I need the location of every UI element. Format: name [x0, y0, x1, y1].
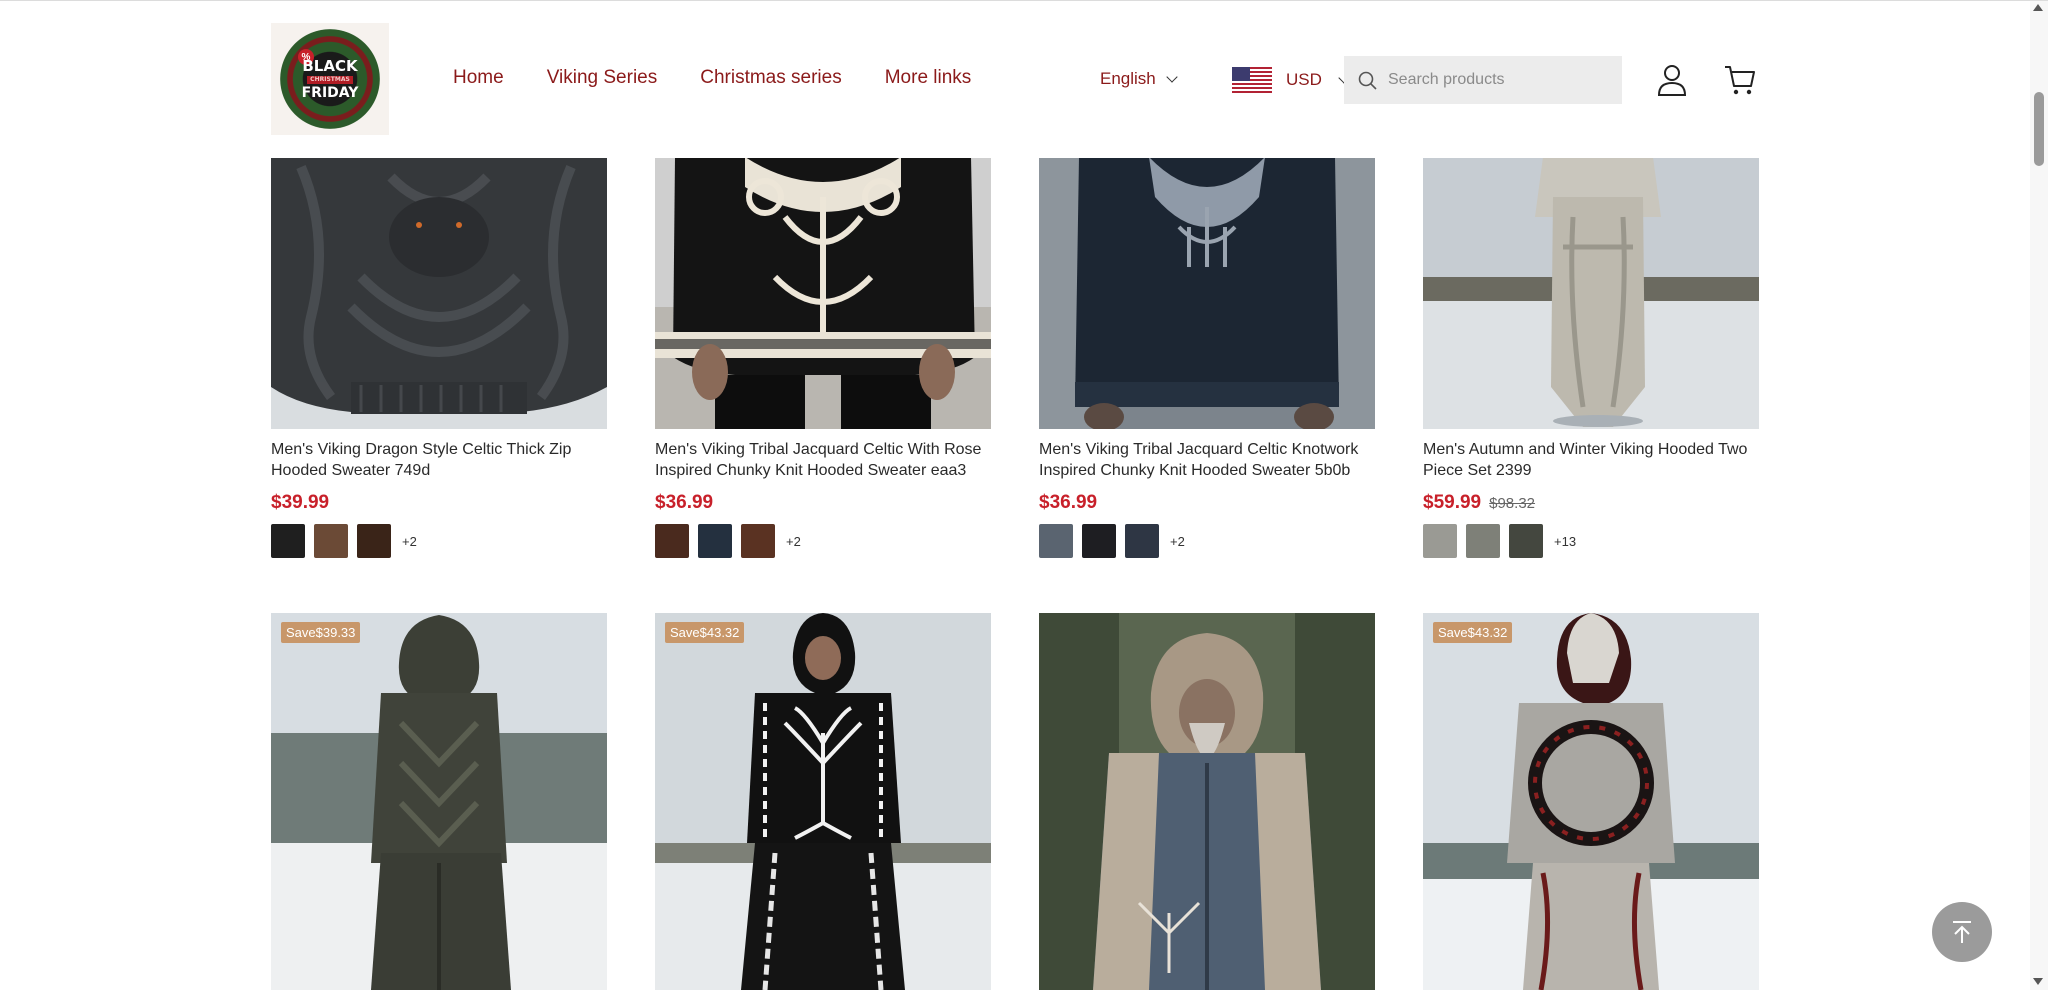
currency-label: USD [1286, 70, 1322, 89]
search-box [1344, 56, 1622, 104]
logo-wreath: % BLACK CHRISTMAS FRIDAY [280, 29, 380, 129]
color-swatch[interactable] [314, 524, 348, 558]
color-swatch[interactable] [271, 524, 305, 558]
product-title[interactable]: Men's Viking Tribal Jacquard Celtic With… [655, 439, 991, 481]
product-image[interactable] [271, 157, 607, 429]
color-swatch[interactable] [1423, 524, 1457, 558]
product-image[interactable] [655, 157, 991, 429]
save-badge: Save$43.32 [1433, 622, 1513, 643]
more-colors-count[interactable]: +2 [1170, 534, 1185, 549]
product-image[interactable] [1039, 613, 1375, 990]
scrollbar-thumb[interactable] [2034, 92, 2044, 166]
scroll-up-arrow-icon[interactable] [2033, 4, 2043, 11]
nav-viking-series[interactable]: Viking Series [547, 67, 658, 89]
product-title[interactable]: Men's Autumn and Winter Viking Hooded Tw… [1423, 439, 1759, 481]
product-image[interactable]: Save$39.33 [271, 613, 607, 990]
color-swatch[interactable] [1125, 524, 1159, 558]
product-photo-ouroboros-set [1423, 613, 1759, 990]
logo-text-christmas: CHRISTMAS [307, 75, 353, 84]
cart-icon[interactable] [1724, 64, 1756, 96]
product-card[interactable]: Save$43.32 [655, 613, 991, 990]
color-swatch[interactable] [698, 524, 732, 558]
save-badge: Save$39.33 [281, 622, 361, 643]
currency-selector[interactable]: USD [1232, 67, 1350, 93]
nav-christmas-series[interactable]: Christmas series [700, 67, 841, 89]
product-card[interactable]: Men's Autumn and Winter Viking Hooded Tw… [1423, 157, 1759, 558]
search-icon[interactable] [1358, 71, 1378, 91]
logo-text-black: BLACK [302, 56, 358, 75]
product-photo-dragon-sweater [271, 157, 607, 429]
product-card[interactable]: Save$43.32 [1423, 613, 1759, 990]
color-swatch[interactable] [655, 524, 689, 558]
language-selector[interactable]: English [1100, 69, 1178, 89]
original-price: $98.32 [1489, 495, 1536, 512]
back-to-top-button[interactable] [1932, 902, 1992, 962]
product-card[interactable]: Men's Viking Tribal Jacquard Celtic Knot… [1039, 157, 1375, 558]
product-card[interactable]: Save$39.33 [271, 613, 607, 990]
color-swatch[interactable] [1509, 524, 1543, 558]
product-price: $59.99 [1423, 492, 1482, 513]
us-flag-icon [1232, 67, 1272, 93]
more-colors-count[interactable]: +2 [402, 534, 417, 549]
more-colors-count[interactable]: +2 [786, 534, 801, 549]
product-photo-fur-hooded-coat [1039, 613, 1375, 990]
product-price: $36.99 [655, 492, 714, 513]
product-photo-hooded-set-dark [271, 613, 607, 990]
product-photo-knotwork-sweater [1039, 157, 1375, 429]
product-image[interactable] [1039, 157, 1375, 429]
user-account-icon[interactable] [1657, 64, 1687, 96]
color-swatch[interactable] [741, 524, 775, 558]
more-colors-count[interactable]: +13 [1554, 534, 1576, 549]
product-price: $36.99 [1039, 492, 1098, 513]
nav-home[interactable]: Home [453, 67, 504, 89]
product-image[interactable] [1423, 157, 1759, 429]
arrow-up-to-top-icon [1953, 921, 1971, 943]
color-swatch[interactable] [357, 524, 391, 558]
scroll-down-arrow-icon[interactable] [2033, 978, 2043, 985]
color-swatches: +2 [655, 524, 991, 558]
color-swatches: +2 [1039, 524, 1375, 558]
product-photo-tree-of-life-set [655, 613, 991, 990]
language-label: English [1100, 69, 1156, 88]
product-title[interactable]: Men's Viking Dragon Style Celtic Thick Z… [271, 439, 607, 481]
black-friday-logo[interactable]: % BLACK CHRISTMAS FRIDAY [271, 23, 389, 135]
product-image[interactable]: Save$43.32 [1423, 613, 1759, 990]
color-swatch[interactable] [1039, 524, 1073, 558]
product-card[interactable]: Men's Viking Dragon Style Celtic Thick Z… [271, 157, 607, 558]
logo-text-friday: FRIDAY [301, 84, 359, 101]
product-card[interactable] [1039, 613, 1375, 990]
color-swatch[interactable] [1082, 524, 1116, 558]
search-input[interactable] [1386, 70, 1610, 90]
product-card[interactable]: Men's Viking Tribal Jacquard Celtic With… [655, 157, 991, 558]
product-title[interactable]: Men's Viking Tribal Jacquard Celtic Knot… [1039, 439, 1375, 481]
product-photo-two-piece-set [1423, 157, 1759, 429]
product-photo-rose-sweater [655, 157, 991, 429]
chevron-down-icon [1166, 71, 1178, 83]
save-badge: Save$43.32 [665, 622, 745, 643]
site-header: % BLACK CHRISTMAS FRIDAY Home Viking Ser… [0, 1, 2030, 158]
main-nav: Home Viking Series Christmas series More… [453, 67, 1014, 89]
nav-more-links[interactable]: More links [885, 67, 972, 89]
color-swatches: +2 [271, 524, 607, 558]
product-price: $39.99 [271, 492, 330, 513]
product-image[interactable]: Save$43.32 [655, 613, 991, 990]
color-swatches: +13 [1423, 524, 1759, 558]
color-swatch[interactable] [1466, 524, 1500, 558]
